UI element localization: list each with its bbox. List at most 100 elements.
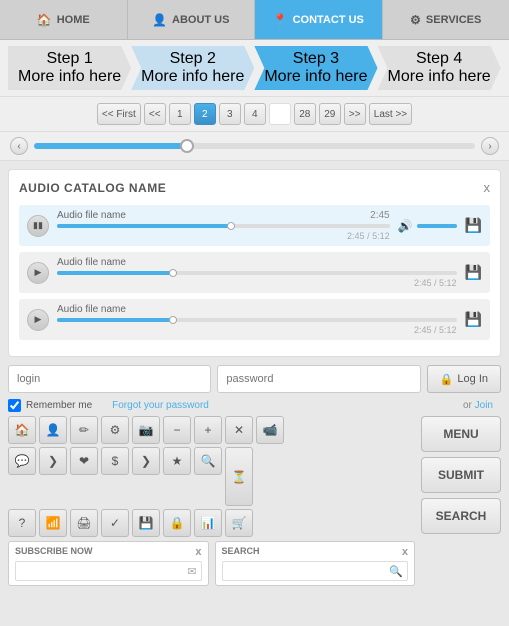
subscribe-icon: ✉ [183, 565, 200, 578]
icon-dollar[interactable]: $ [101, 447, 129, 475]
login-input[interactable] [8, 365, 211, 393]
subscribe-input[interactable] [16, 566, 183, 577]
icon-check[interactable]: ✓ [101, 509, 129, 537]
track-name-1: Audio file name [57, 210, 126, 221]
icon-lock[interactable]: 🔒 [163, 509, 191, 537]
track-progress-1[interactable] [57, 224, 390, 228]
icon-edit[interactable]: ✏ [70, 416, 98, 444]
step-1[interactable]: Step 1 More info here [8, 46, 131, 90]
icon-search[interactable]: 🔍 [194, 447, 222, 475]
menu-button[interactable]: MENU [421, 416, 501, 452]
save-icon-2[interactable]: 💾 [465, 264, 482, 281]
search-button[interactable]: SEARCH [421, 498, 501, 534]
slider-right-arrow[interactable]: › [481, 137, 499, 155]
save-icon-1[interactable]: 💾 [465, 217, 482, 234]
catalog-close-button[interactable]: x [484, 180, 491, 195]
track-play-button-3[interactable]: ▶ [27, 309, 49, 331]
nav-services-label: SERVICES [426, 14, 481, 26]
submit-button[interactable]: SUBMIT [421, 457, 501, 493]
slider-thumb[interactable] [180, 139, 194, 153]
track-progress-2[interactable] [57, 271, 457, 275]
track-progress-3[interactable] [57, 318, 457, 322]
volume-icon-1[interactable]: 🔊 [398, 219, 413, 233]
step-2[interactable]: Step 2 More info here [131, 46, 254, 90]
icon-print[interactable]: 🖨 [70, 509, 98, 537]
nav-home[interactable]: 🏠 HOME [0, 0, 128, 39]
audio-track-3: ▶ Audio file name 2:45 / 5:12 💾 [19, 299, 490, 340]
icon-chat[interactable]: 💬 [8, 447, 36, 475]
remember-label[interactable]: Remember me [8, 399, 92, 412]
pg-last[interactable]: Last >> [369, 103, 412, 125]
subscribe-input-row: ✉ [15, 561, 202, 581]
pg-next-next[interactable]: >> [344, 103, 366, 125]
pg-first[interactable]: << First [97, 103, 141, 125]
forgot-password-link[interactable]: Forgot your password [112, 400, 209, 411]
pg-29[interactable]: 29 [319, 103, 341, 125]
pg-4[interactable]: 4 [244, 103, 266, 125]
icon-close[interactable]: ✕ [225, 416, 253, 444]
nav-home-label: HOME [57, 14, 90, 26]
icon-arrow-right[interactable]: ❯ [132, 447, 160, 475]
nav-contact[interactable]: 📍 CONTACT US [255, 0, 383, 39]
track-info-1: Audio file name 2:45 2:45 / 5:12 [57, 210, 390, 241]
track-time-1: 2:45 [370, 210, 389, 221]
icon-heart[interactable]: ❤ [70, 447, 98, 475]
subscribe-box: SUBSCRIBE NOW x ✉ [8, 541, 209, 586]
join-link[interactable]: Join [475, 400, 493, 411]
slider-track[interactable] [34, 143, 475, 149]
step-4[interactable]: Step 4 More info here [378, 46, 501, 90]
icon-cart[interactable]: 🛒 [225, 509, 253, 537]
search-box: SEARCH x 🔍 [215, 541, 416, 586]
bottom-inputs: SUBSCRIBE NOW x ✉ SEARCH x 🔍 [8, 541, 501, 586]
icon-minus[interactable]: − [163, 416, 191, 444]
password-input[interactable] [217, 365, 420, 393]
pg-3[interactable]: 3 [219, 103, 241, 125]
search-close[interactable]: x [402, 546, 408, 558]
or-join: or Join [463, 400, 493, 411]
subscribe-close[interactable]: x [195, 546, 201, 558]
pg-28[interactable]: 28 [294, 103, 316, 125]
icon-gear[interactable]: ⚙ [101, 416, 129, 444]
user-icon: 👤 [152, 13, 167, 27]
slider-fill [34, 143, 188, 149]
pg-prev-prev[interactable]: << [144, 103, 166, 125]
icon-user[interactable]: 👤 [39, 416, 67, 444]
nav-services[interactable]: ⚙ SERVICES [383, 0, 509, 39]
catalog-header: AUDIO CATALOG NAME x [19, 180, 490, 195]
nav-about[interactable]: 👤 ABOUT US [128, 0, 256, 39]
track-name-3: Audio file name [57, 304, 126, 315]
icon-save[interactable]: 💾 [132, 509, 160, 537]
track-pause-button-1[interactable]: ▮▮ [27, 215, 49, 237]
save-icon-3[interactable]: 💾 [465, 311, 482, 328]
search-input[interactable] [223, 566, 386, 577]
pg-1[interactable]: 1 [169, 103, 191, 125]
icon-home[interactable]: 🏠 [8, 416, 36, 444]
icon-row-2: 💬 ❯ ❤ $ ❯ ★ 🔍 ⏳ [8, 447, 284, 506]
track-thumb-1[interactable] [227, 222, 235, 230]
track-fill-2 [57, 271, 177, 275]
icon-video[interactable]: 📹 [256, 416, 284, 444]
icon-hourglass[interactable]: ⏳ [225, 447, 253, 506]
login-button[interactable]: 🔒 Log In [427, 365, 501, 393]
step-3[interactable]: Step 3 More info here [254, 46, 377, 90]
pg-2[interactable]: 2 [194, 103, 216, 125]
track-thumb-3[interactable] [169, 316, 177, 324]
nav-contact-label: CONTACT US [293, 14, 364, 26]
track-play-button-2[interactable]: ▶ [27, 262, 49, 284]
icon-chart[interactable]: 📊 [194, 509, 222, 537]
track-thumb-2[interactable] [169, 269, 177, 277]
icon-camera[interactable]: 📷 [132, 416, 160, 444]
icon-star[interactable]: ★ [163, 447, 191, 475]
icon-question[interactable]: ? [8, 509, 36, 537]
icon-rss[interactable]: 📶 [39, 509, 67, 537]
track-sub-time-2: 2:45 / 5:12 [57, 278, 457, 288]
icon-chevron-down[interactable]: ❯ [39, 447, 67, 475]
remember-checkbox[interactable] [8, 399, 21, 412]
slider-left-arrow[interactable]: ‹ [10, 137, 28, 155]
subscribe-label: SUBSCRIBE NOW [15, 546, 93, 558]
vol-slider-1[interactable] [417, 224, 457, 228]
subscribe-header: SUBSCRIBE NOW x [15, 546, 202, 558]
icon-plus[interactable]: + [194, 416, 222, 444]
search-label: SEARCH [222, 546, 260, 558]
login-btn-label: Log In [457, 373, 488, 385]
